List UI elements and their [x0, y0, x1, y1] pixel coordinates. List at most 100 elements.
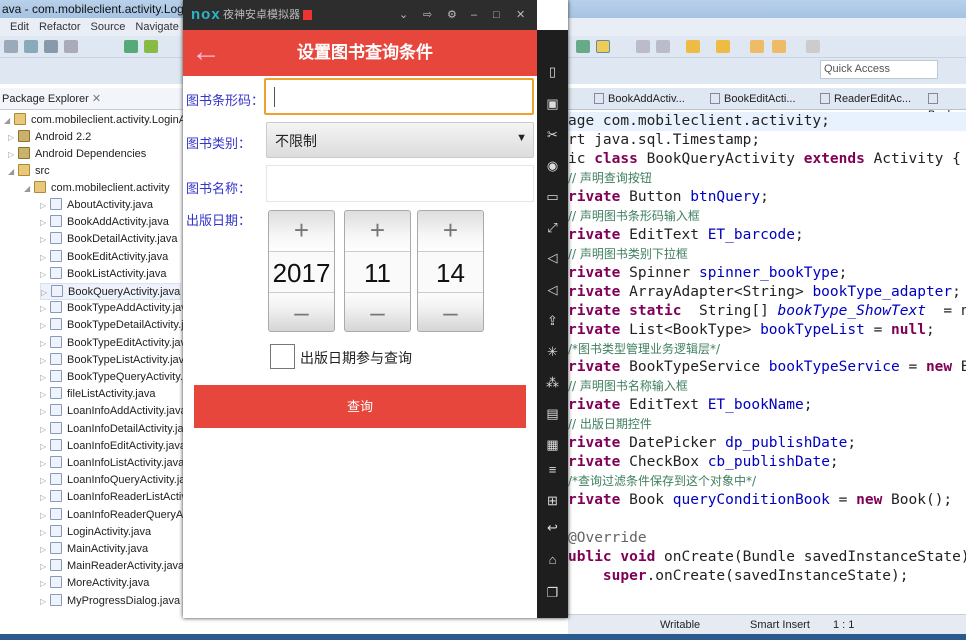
menu-source[interactable]: Source: [91, 21, 126, 33]
expand-icon[interactable]: ▷: [40, 197, 50, 214]
increment-icon[interactable]: +: [345, 215, 410, 246]
next-annotation-icon[interactable]: [686, 40, 700, 53]
macro-icon[interactable]: ⁂: [545, 375, 560, 390]
expand-icon[interactable]: ▷: [40, 575, 50, 592]
tab-book-edit[interactable]: BookEditActi...: [710, 91, 796, 107]
alert-icon[interactable]: [303, 10, 312, 20]
expand-icon[interactable]: ▷: [40, 266, 50, 283]
tree-file[interactable]: ▷ BookDetailActivity.java: [40, 231, 177, 248]
volume-down-icon[interactable]: ◁: [545, 282, 560, 297]
tree-file[interactable]: ▷ BookQueryActivity.java: [40, 283, 182, 301]
tree-file[interactable]: ▷ BookEditActivity.java: [40, 249, 168, 266]
tree-file[interactable]: ▷ AboutActivity.java: [40, 197, 153, 214]
expand-icon[interactable]: ▷: [40, 455, 50, 472]
whitespace-icon[interactable]: [656, 40, 670, 53]
publish-date-checkbox[interactable]: [270, 344, 295, 369]
highlight-icon[interactable]: [596, 40, 610, 53]
tree-file[interactable]: ▷ MainReaderActivity.java: [40, 558, 184, 575]
expand-icon[interactable]: ▷: [40, 231, 50, 248]
phone-icon[interactable]: ▯: [545, 64, 560, 79]
tree-node[interactable]: ▷ Android 2.2: [8, 129, 91, 146]
expand-icon[interactable]: ▷: [40, 249, 50, 266]
back-icon[interactable]: ↩: [545, 520, 560, 535]
recent-apps-icon[interactable]: ❐: [545, 585, 560, 600]
robot-icon[interactable]: ▣: [545, 96, 560, 111]
tree-file[interactable]: ▷ BookTypeDetailActivity.java: [40, 317, 201, 334]
menu-edit[interactable]: Edit: [10, 21, 29, 33]
forward-icon[interactable]: [806, 40, 820, 53]
expand-icon[interactable]: ▷: [40, 421, 50, 438]
expand-icon[interactable]: ▷: [40, 438, 50, 455]
fullscreen-icon[interactable]: ⤢: [545, 220, 560, 235]
volume-up-icon[interactable]: ◁: [545, 250, 560, 265]
expand-icon[interactable]: ▷: [40, 352, 50, 369]
keyboard-icon[interactable]: ▭: [545, 189, 560, 204]
maximize-icon[interactable]: □: [493, 0, 500, 30]
save-icon[interactable]: [44, 40, 58, 53]
decrement-icon[interactable]: –: [269, 297, 334, 328]
tree-file[interactable]: ▷ BookAddActivity.java: [40, 214, 169, 231]
month-picker[interactable]: +11 –: [344, 210, 411, 332]
tree-file[interactable]: ▷ LoanInfoDetailActivity.java: [40, 421, 195, 438]
query-button[interactable]: 查询: [194, 385, 526, 428]
tab-book-add[interactable]: BookAddActiv...: [594, 91, 685, 107]
collapse-icon[interactable]: ◢: [8, 163, 18, 180]
expand-icon[interactable]: ▷: [40, 541, 50, 558]
upload-apk-icon[interactable]: ⇪: [545, 313, 560, 328]
book-name-input[interactable]: [266, 165, 534, 202]
block-icon[interactable]: [636, 40, 650, 53]
code-editor[interactable]: age com.mobileclient.activity; rt java.s…: [568, 111, 966, 611]
back-icon[interactable]: [750, 40, 764, 53]
shake-icon[interactable]: ✳: [545, 344, 560, 359]
tree-file[interactable]: ▷ BookListActivity.java: [40, 266, 166, 283]
new-icon[interactable]: [24, 40, 38, 53]
android-icon[interactable]: [144, 40, 158, 53]
tree-file[interactable]: ▷ BookTypeListActivity.java: [40, 352, 190, 369]
tree-file[interactable]: ▷ LoanInfoEditActivity.java: [40, 438, 186, 455]
year-picker[interactable]: +2017 –: [268, 210, 335, 332]
expand-icon[interactable]: ▷: [41, 284, 51, 301]
menu-refactor[interactable]: Refactor: [39, 21, 81, 33]
decrement-icon[interactable]: –: [345, 297, 410, 328]
run-icon[interactable]: [576, 40, 590, 53]
tree-node[interactable]: ◢ com.mobileclient.activity: [24, 180, 170, 197]
expand-icon[interactable]: ▷: [40, 558, 50, 575]
tree-node[interactable]: ◢ src: [8, 163, 50, 180]
expand-icon[interactable]: ▷: [40, 489, 50, 506]
prev-annotation-icon[interactable]: [716, 40, 730, 53]
expand-icon[interactable]: ▷: [40, 214, 50, 231]
settings-icon[interactable]: ⚙: [447, 0, 457, 30]
tab-reader-edit[interactable]: ReaderEditAc...: [820, 91, 911, 107]
decrement-icon[interactable]: –: [418, 297, 483, 328]
tree-file[interactable]: ▷ LoanInfoAddActivity.java: [40, 403, 187, 420]
checkbox-label[interactable]: 出版日期参与查询: [300, 348, 412, 368]
expand-icon[interactable]: ▷: [40, 403, 50, 420]
tree-node[interactable]: ▷ Android Dependencies: [8, 146, 146, 163]
toolbox-icon[interactable]: ▦: [545, 437, 560, 452]
increment-icon[interactable]: +: [269, 215, 334, 246]
menu-icon[interactable]: ≡: [545, 462, 560, 477]
tree-file[interactable]: ▷ LoanInfoListActivity.java: [40, 455, 184, 472]
tree-file[interactable]: ▷ fileListActivity.java: [40, 386, 155, 403]
collapse-icon[interactable]: ◢: [24, 180, 34, 197]
tree-file[interactable]: ▷ MyProgressDialog.java: [40, 593, 180, 610]
package-explorer-header[interactable]: Package Explorer ✕: [0, 88, 183, 110]
toolbar-icon[interactable]: [4, 40, 18, 53]
back-history-icon[interactable]: [772, 40, 786, 53]
expand-icon[interactable]: ▷: [40, 593, 50, 610]
home-icon[interactable]: ⌂: [545, 552, 560, 567]
close-icon[interactable]: ✕: [92, 93, 101, 105]
tree-file[interactable]: ▷ BookTypeQueryActivity.java: [40, 369, 203, 386]
minimize-icon[interactable]: –: [471, 0, 477, 30]
menu-navigate[interactable]: Navigate: [135, 21, 178, 33]
dropdown-icon[interactable]: ⌄: [399, 0, 408, 30]
expand-icon[interactable]: ▷: [40, 507, 50, 524]
tree-file[interactable]: ▷ MoreActivity.java: [40, 575, 149, 592]
expand-icon[interactable]: ▷: [40, 386, 50, 403]
day-picker[interactable]: +14 –: [417, 210, 484, 332]
video-icon[interactable]: ▤: [545, 406, 560, 421]
expand-icon[interactable]: ▷: [8, 146, 18, 163]
pin-icon[interactable]: ⇨: [423, 0, 432, 30]
expand-icon[interactable]: ▷: [40, 369, 50, 386]
tree-file[interactable]: ▷ LoanInfoQueryActivity.java: [40, 472, 197, 489]
